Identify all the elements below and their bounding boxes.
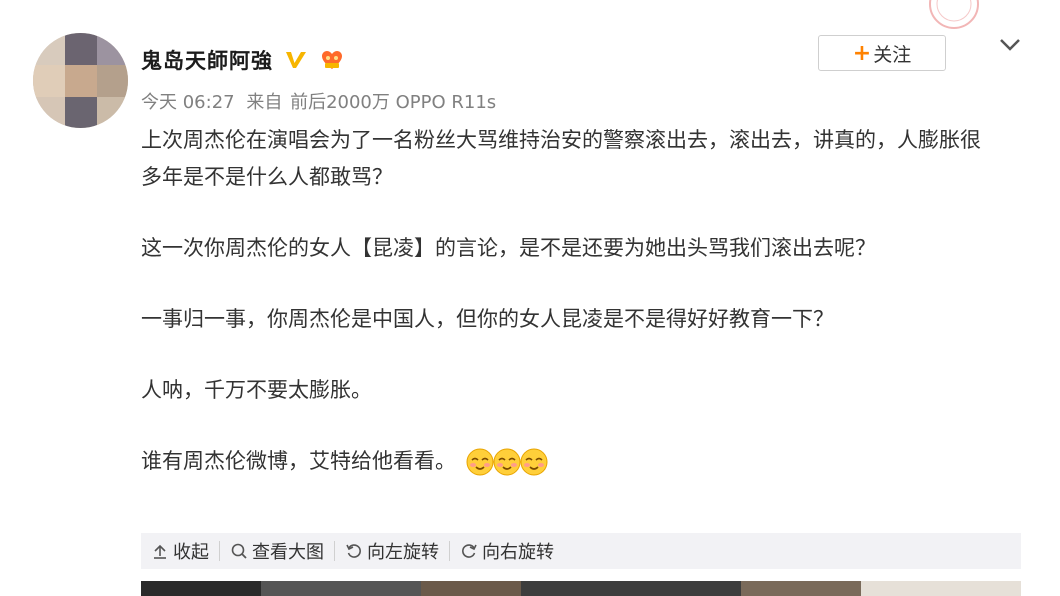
view-large-button[interactable]: 查看大图 [220,533,334,569]
post-body: 上次周杰伦在演唱会为了一名粉丝大骂维持治安的警察滚出去，滚出去，讲真的，人膨胀很… [141,122,1001,480]
post-paragraph-last: 谁有周杰伦微博，艾特给他看看。 [141,443,1001,480]
weibo-post: 鬼岛天師阿強 + 关注 今天 06:27 来自 前后2000万 OPPO R11… [0,0,1060,596]
rotate-right-label: 向右旋转 [482,542,554,563]
avatar[interactable] [33,33,128,128]
rotate-right-icon [462,544,477,558]
post-paragraph: 这一次你周杰伦的女人【昆凌】的言论，是不是还要为她出头骂我们滚出去呢？ [141,236,876,260]
rotate-left-icon [346,544,361,558]
image-toolbar: 收起 查看大图 向左旋转 向右旋转 [141,533,1021,569]
post-header: 鬼岛天師阿強 [141,42,345,78]
follow-label: 关注 [873,43,912,66]
post-meta: 今天 06:27 来自 前后2000万 OPPO R11s [141,88,502,114]
rotate-right-button[interactable]: 向右旋转 [450,533,564,569]
verified-v-icon [283,47,309,73]
chevron-down-icon[interactable] [997,34,1023,56]
post-paragraph: 一事归一事，你周杰伦是中国人，但你的女人昆凌是不是得好好教育一下？ [141,307,834,331]
post-source[interactable]: 前后2000万 OPPO R11s [290,92,496,113]
collapse-label: 收起 [173,542,209,563]
follow-button[interactable]: + 关注 [818,35,946,71]
post-paragraph: 上次周杰伦在演唱会为了一名粉丝大骂维持治安的警察滚出去，滚出去，讲真的，人膨胀很… [141,128,981,189]
image-region [421,581,521,596]
image-region [861,581,1021,596]
collapse-button[interactable]: 收起 [141,533,219,569]
source-prefix: 来自 [246,92,283,113]
watermark-stamp [922,0,986,36]
rotate-left-label: 向左旋转 [367,542,439,563]
post-time[interactable]: 今天 06:27 [141,92,235,113]
image-region [141,581,261,596]
image-region [261,581,421,596]
post-image[interactable] [141,581,1021,596]
magnifier-icon [231,543,247,559]
collapse-up-icon [154,544,166,559]
plus-icon: + [852,40,872,66]
view-large-label: 查看大图 [252,542,324,563]
smile-emoji-icon [520,448,548,475]
image-region [521,581,741,596]
rotate-left-button[interactable]: 向左旋转 [335,533,449,569]
emoji-group [464,446,548,478]
post-paragraph: 谁有周杰伦微博，艾特给他看看。 [141,449,456,473]
post-paragraph: 人呐，千万不要太膨胀。 [141,378,372,402]
fan-badge-icon[interactable] [319,47,345,73]
image-region [741,581,861,596]
username[interactable]: 鬼岛天師阿強 [141,45,273,75]
